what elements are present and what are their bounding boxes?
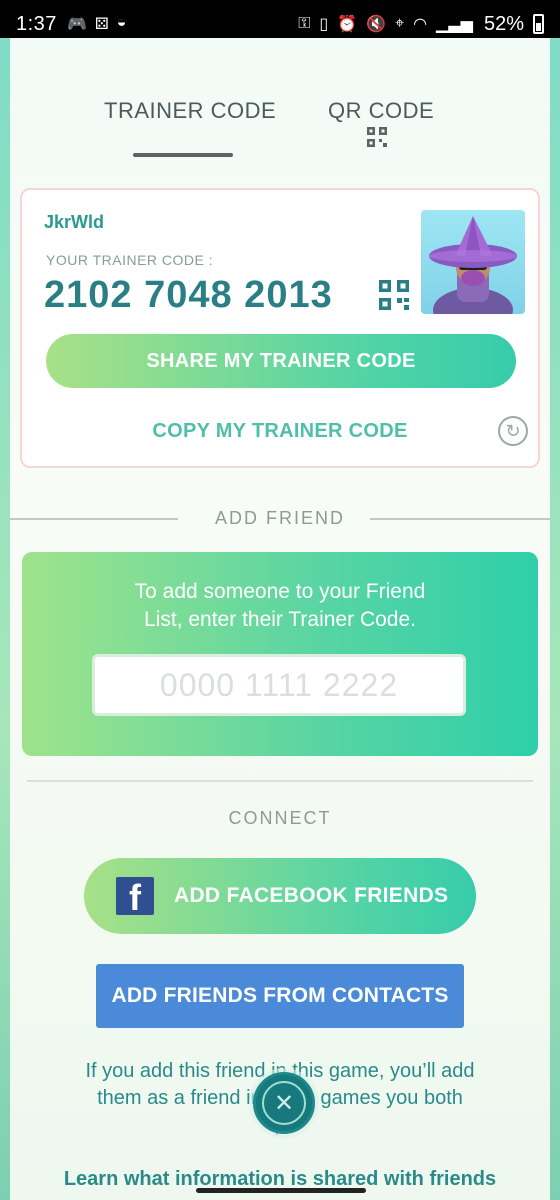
battery-icon xyxy=(533,14,544,34)
add-facebook-friends-button[interactable]: f ADD FACEBOOK FRIENDS xyxy=(84,858,476,934)
add-friend-divider: ADD FRIEND xyxy=(10,508,550,528)
instructions-line-1: To add someone to your Friend xyxy=(134,580,426,603)
game-frame: TRAINER CODE QR CODE JkrWld YOUR TRAINER… xyxy=(0,38,560,1200)
trainer-avatar-image xyxy=(429,216,517,314)
divider-line-right xyxy=(370,518,550,520)
facebook-icon: f xyxy=(116,877,154,918)
connect-title: CONNECT xyxy=(228,808,332,828)
active-tab-indicator xyxy=(133,153,233,157)
divider xyxy=(27,780,533,782)
add-friend-box: To add someone to your Friend List, ente… xyxy=(22,552,538,756)
tab-trainer-code[interactable]: TRAINER CODE xyxy=(104,98,276,124)
tab-qr-code[interactable]: QR CODE xyxy=(328,98,434,124)
game-controller-icon: 🎮 xyxy=(66,16,87,33)
instructions-line-2: List, enter their Trainer Code. xyxy=(144,608,416,631)
trainer-code-label: YOUR TRAINER CODE : xyxy=(46,252,214,268)
sleep-icon: ◒ xyxy=(116,14,127,31)
trainer-code-input[interactable] xyxy=(92,654,466,716)
close-icon: ✕ xyxy=(262,1081,306,1125)
mute-icon: 🔇 xyxy=(366,16,387,33)
battery-percent: 52% xyxy=(483,12,524,35)
sim-icon: ▯ xyxy=(319,16,329,33)
copy-trainer-code-button[interactable]: COPY MY TRAINER CODE xyxy=(22,420,538,443)
facebook-button-label: ADD FACEBOOK FRIENDS xyxy=(174,884,449,907)
add-friend-instructions: To add someone to your Friend List, ente… xyxy=(22,578,538,634)
qr-code-icon[interactable] xyxy=(379,280,409,310)
home-indicator[interactable] xyxy=(196,1188,366,1193)
refresh-icon[interactable]: ↻ xyxy=(498,416,528,446)
status-time: 1:37 xyxy=(16,12,57,35)
avatar xyxy=(421,210,525,314)
dice-icon: ⚄ xyxy=(94,16,109,33)
wifi-icon: ◠ xyxy=(413,16,428,33)
add-friends-from-contacts-button[interactable]: ADD FRIENDS FROM CONTACTS xyxy=(96,964,464,1028)
qr-code-icon xyxy=(367,127,387,147)
connect-divider: CONNECT xyxy=(10,808,550,828)
key-icon: ⚿ xyxy=(298,15,311,32)
share-trainer-code-button[interactable]: SHARE MY TRAINER CODE xyxy=(46,334,516,388)
location-icon: ⌖ xyxy=(395,15,405,32)
alarm-icon: ⏰ xyxy=(337,16,358,33)
close-button[interactable]: ✕ xyxy=(253,1072,315,1134)
trainer-code-card: JkrWld YOUR TRAINER CODE : 2102 7048 201… xyxy=(20,188,540,468)
trainer-name: JkrWld xyxy=(44,212,105,232)
friend-panel: TRAINER CODE QR CODE JkrWld YOUR TRAINER… xyxy=(10,38,550,1200)
signal-icon: ▁▃▅ xyxy=(436,16,473,33)
trainer-code-value: 2102 7048 2013 xyxy=(44,274,333,316)
